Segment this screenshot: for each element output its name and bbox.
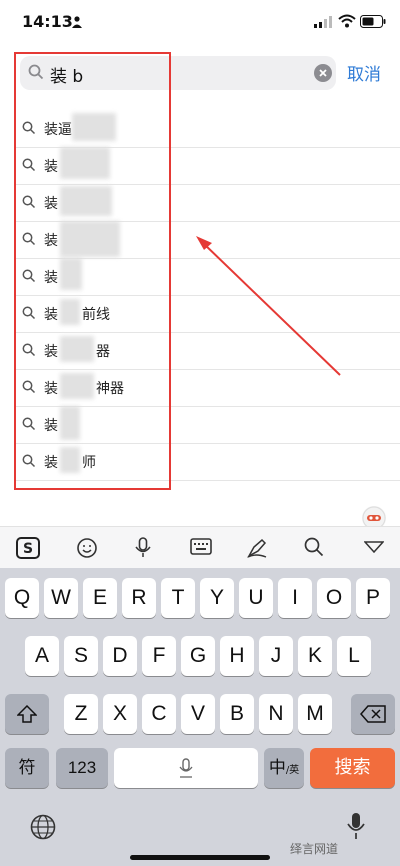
- watermark: 绎言网道: [290, 842, 339, 856]
- key-n[interactable]: N: [259, 694, 293, 734]
- space-key[interactable]: [114, 748, 258, 788]
- key-o[interactable]: O: [317, 578, 351, 618]
- key-j[interactable]: J: [259, 636, 293, 676]
- key-z[interactable]: Z: [64, 694, 98, 734]
- keyboard-toolbar: S: [0, 526, 400, 569]
- key-w[interactable]: W: [44, 578, 78, 618]
- key-i[interactable]: I: [278, 578, 312, 618]
- emoji-icon[interactable]: [76, 537, 98, 559]
- handwriting-icon[interactable]: [246, 537, 268, 559]
- person-icon: [72, 16, 82, 28]
- key-a[interactable]: A: [25, 636, 59, 676]
- svg-text:S: S: [23, 541, 33, 557]
- voice-icon[interactable]: [134, 537, 152, 559]
- key-x[interactable]: X: [103, 694, 137, 734]
- wifi-icon: [338, 14, 356, 28]
- sogou-logo-icon[interactable]: S: [16, 537, 40, 559]
- language-switch-key[interactable]: 中/英: [264, 748, 304, 788]
- key-f[interactable]: F: [142, 636, 176, 676]
- highlight-box: [14, 52, 171, 490]
- lang-sub-label: /英: [285, 765, 300, 776]
- key-h[interactable]: H: [220, 636, 254, 676]
- key-p[interactable]: P: [356, 578, 390, 618]
- key-y[interactable]: Y: [200, 578, 234, 618]
- key-q[interactable]: Q: [5, 578, 39, 618]
- key-c[interactable]: C: [142, 694, 176, 734]
- status-bar: 14:13: [0, 0, 400, 44]
- key-k[interactable]: K: [298, 636, 332, 676]
- key-m[interactable]: M: [298, 694, 332, 734]
- collapse-keyboard-icon[interactable]: [364, 540, 384, 554]
- search-key[interactable]: 搜索: [310, 748, 395, 788]
- cancel-button[interactable]: 取消: [347, 60, 381, 85]
- key-b[interactable]: B: [220, 694, 254, 734]
- keyboard-icon[interactable]: [190, 537, 212, 557]
- key-s[interactable]: S: [64, 636, 98, 676]
- key-t[interactable]: T: [161, 578, 195, 618]
- symbols-key[interactable]: 符: [5, 748, 49, 788]
- key-r[interactable]: R: [122, 578, 156, 618]
- key-g[interactable]: G: [181, 636, 215, 676]
- microphone-icon: [179, 758, 193, 778]
- shift-key[interactable]: [5, 694, 49, 734]
- search-icon[interactable]: [304, 537, 324, 557]
- shift-icon: [16, 704, 38, 723]
- dictation-icon[interactable]: [346, 812, 366, 840]
- lang-label: 中: [268, 758, 286, 778]
- numbers-key[interactable]: 123: [56, 748, 108, 788]
- backspace-icon: [360, 705, 386, 723]
- key-u[interactable]: U: [239, 578, 273, 618]
- key-e[interactable]: E: [83, 578, 117, 618]
- key-l[interactable]: L: [337, 636, 371, 676]
- backspace-key[interactable]: [351, 694, 395, 734]
- keyboard: Q W E R T Y U I O P A S D F G H J K L Z …: [0, 568, 400, 866]
- signal-icon: [314, 16, 332, 28]
- status-time: 14:13: [22, 12, 73, 31]
- key-v[interactable]: V: [181, 694, 215, 734]
- battery-icon: [360, 15, 386, 28]
- home-indicator: [130, 855, 270, 860]
- clear-icon[interactable]: [314, 64, 332, 82]
- key-d[interactable]: D: [103, 636, 137, 676]
- globe-icon[interactable]: [30, 814, 56, 840]
